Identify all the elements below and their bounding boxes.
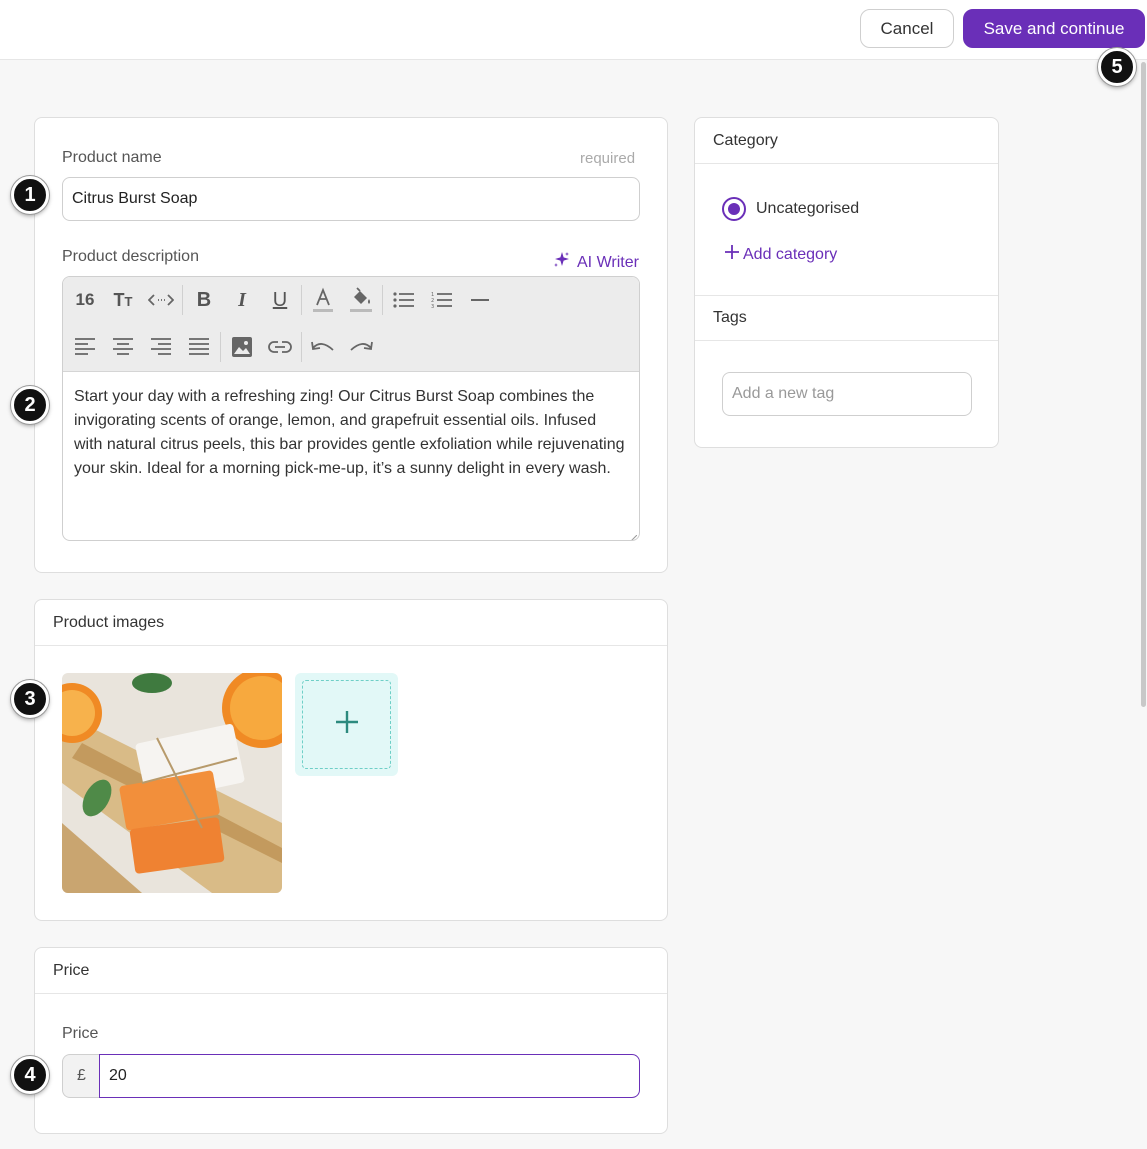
cancel-button[interactable]: Cancel	[860, 9, 954, 48]
product-description-label: Product description	[62, 248, 199, 265]
price-label: Price	[62, 1025, 99, 1042]
bullet-list-icon[interactable]	[385, 281, 423, 319]
plus-icon	[725, 245, 739, 264]
radio-selected-icon[interactable]	[722, 197, 746, 221]
sparkle-icon	[553, 251, 571, 274]
code-icon[interactable]	[142, 281, 180, 319]
description-editor: 16 TT B I U 123 Start your day with a re…	[62, 276, 640, 541]
tag-input[interactable]: Add a new tag	[722, 372, 972, 416]
resize-handle[interactable]	[629, 530, 638, 540]
link-icon[interactable]	[261, 328, 299, 366]
svg-text:3: 3	[431, 304, 434, 309]
price-input[interactable]: 20	[99, 1054, 640, 1098]
category-title: Category	[695, 118, 998, 164]
add-image-button[interactable]	[295, 673, 398, 776]
product-description-textarea[interactable]: Start your day with a refreshing zing! O…	[63, 372, 639, 494]
undo-icon[interactable]	[304, 328, 342, 366]
category-option-label: Uncategorised	[756, 200, 860, 217]
plus-icon	[334, 705, 360, 744]
italic-icon[interactable]: I	[223, 281, 261, 319]
product-images-title: Product images	[35, 600, 667, 646]
currency-prefix: £	[62, 1054, 100, 1098]
marker-3: 3	[11, 680, 49, 718]
highlight-color-icon[interactable]	[342, 281, 380, 319]
marker-1: 1	[11, 176, 49, 214]
add-category-label: Add category	[743, 245, 838, 263]
top-bar: Cancel Save and continue	[0, 0, 1147, 60]
category-option-uncategorised[interactable]: Uncategorised	[722, 197, 859, 221]
marker-5: 5	[1098, 48, 1136, 86]
product-name-input[interactable]: Citrus Burst Soap	[62, 177, 640, 221]
align-center-icon[interactable]	[104, 328, 142, 366]
image-icon[interactable]	[223, 328, 261, 366]
price-card-title: Price	[35, 948, 667, 994]
save-and-continue-button[interactable]: Save and continue	[963, 9, 1145, 48]
product-name-label: Product name	[62, 149, 162, 166]
marker-2: 2	[11, 386, 49, 424]
numbered-list-icon[interactable]: 123	[423, 281, 461, 319]
font-size-button[interactable]: 16	[66, 281, 104, 319]
bold-icon[interactable]: B	[185, 281, 223, 319]
underline-icon[interactable]: U	[261, 281, 299, 319]
ai-writer-label: AI Writer	[577, 253, 639, 271]
horizontal-rule-icon[interactable]	[461, 281, 499, 319]
align-left-icon[interactable]	[66, 328, 104, 366]
redo-icon[interactable]	[342, 328, 380, 366]
marker-4: 4	[11, 1056, 49, 1094]
align-right-icon[interactable]	[142, 328, 180, 366]
editor-toolbar: 16 TT B I U 123	[63, 277, 639, 372]
align-justify-icon[interactable]	[180, 328, 218, 366]
font-size-value: 16	[75, 290, 95, 309]
add-category-link[interactable]: Add category	[725, 245, 837, 264]
required-indicator: required	[580, 150, 636, 167]
text-style-icon[interactable]: TT	[104, 281, 142, 319]
page-scrollbar[interactable]	[1141, 62, 1146, 707]
ai-writer-button[interactable]: AI Writer	[553, 251, 639, 274]
text-color-icon[interactable]	[304, 281, 342, 319]
price-card: Price	[34, 947, 668, 1134]
tags-title: Tags	[695, 295, 998, 341]
product-image-thumbnail[interactable]	[62, 673, 282, 893]
